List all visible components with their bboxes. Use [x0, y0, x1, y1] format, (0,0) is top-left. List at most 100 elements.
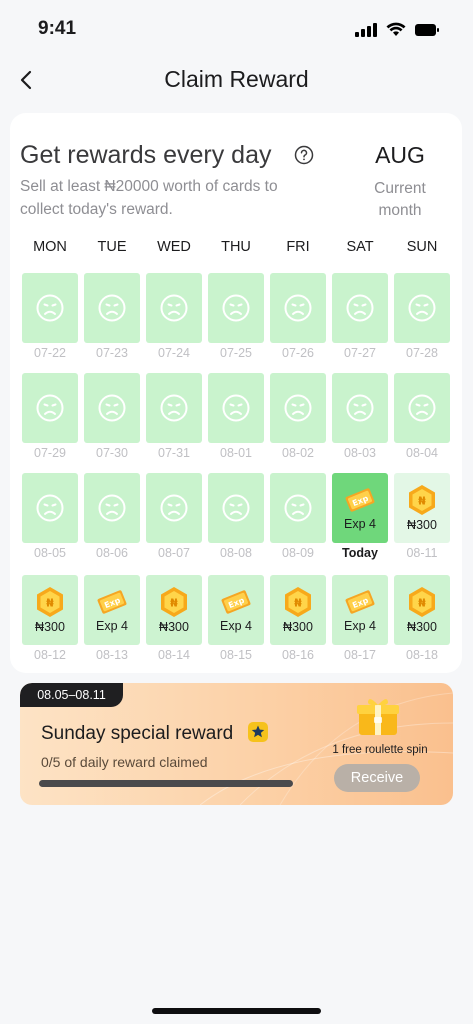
calendar-day[interactable]: ₦ ₦300 08-12: [22, 575, 78, 665]
reward-label: ₦300: [407, 620, 437, 634]
calendar-day[interactable]: Exp Exp 4 08-17: [332, 575, 388, 665]
sad-face-icon: [221, 393, 251, 423]
calendar-day[interactable]: ₦ ₦300 08-18: [394, 575, 450, 665]
calendar-day[interactable]: 08-07: [146, 473, 202, 563]
reward-label: Exp 4: [96, 619, 128, 633]
prize-label: 1 free roulette spin: [332, 744, 428, 756]
sad-face-icon: [345, 293, 375, 323]
sunday-reward-banner: 08.05–08.11 Sunday special reward 0/5 of…: [20, 683, 453, 805]
day-tile: [270, 373, 326, 443]
day-date: 08-09: [282, 546, 314, 560]
naira-coin-icon: ₦: [283, 586, 313, 618]
calendar-day[interactable]: 08-01: [208, 373, 264, 463]
calendar-day[interactable]: 07-26: [270, 273, 326, 363]
reward-label: ₦300: [159, 620, 189, 634]
reward-label: ₦300: [407, 518, 437, 532]
day-tile: [146, 473, 202, 543]
day-date: 08-12: [34, 648, 66, 662]
calendar-day[interactable]: ₦ ₦300 08-16: [270, 575, 326, 665]
day-tile: Exp Exp 4: [84, 575, 140, 645]
day-tile: [394, 373, 450, 443]
calendar-day[interactable]: 08-08: [208, 473, 264, 563]
claim-progress-bar: [39, 780, 293, 787]
calendar-day[interactable]: Exp Exp 4 Today: [332, 473, 388, 563]
calendar-day[interactable]: ₦ ₦300 08-14: [146, 575, 202, 665]
calendar-day[interactable]: Exp Exp 4 08-15: [208, 575, 264, 665]
calendar-day[interactable]: 07-27: [332, 273, 388, 363]
calendar-day[interactable]: 08-09: [270, 473, 326, 563]
sad-face-icon: [283, 293, 313, 323]
signal-icon: [355, 22, 377, 37]
calendar-day[interactable]: 07-24: [146, 273, 202, 363]
day-tile: [84, 373, 140, 443]
calendar-day[interactable]: 07-30: [84, 373, 140, 463]
day-tile: [22, 473, 78, 543]
calendar-day[interactable]: 07-31: [146, 373, 202, 463]
day-date: 08-01: [220, 446, 252, 460]
reward-label: Exp 4: [344, 619, 376, 633]
day-tile: ₦ ₦300: [394, 473, 450, 543]
day-tile: [84, 473, 140, 543]
day-date: 08-07: [158, 546, 190, 560]
svg-text:₦: ₦: [46, 597, 54, 610]
svg-text:₦: ₦: [294, 597, 302, 610]
calendar-day[interactable]: 08-03: [332, 373, 388, 463]
status-bar: 9:41: [0, 0, 473, 60]
calendar-day[interactable]: 07-25: [208, 273, 264, 363]
day-tile: ₦ ₦300: [270, 575, 326, 645]
day-date: 07-27: [344, 346, 376, 360]
day-date: 07-26: [282, 346, 314, 360]
reward-label: Exp 4: [344, 517, 376, 531]
day-date: 07-31: [158, 446, 190, 460]
day-date: 08-16: [282, 648, 314, 662]
status-time: 9:41: [38, 18, 77, 39]
calendar-day[interactable]: 08-02: [270, 373, 326, 463]
day-tile: Exp Exp 4: [332, 473, 388, 543]
reward-period-badge: 08.05–08.11: [20, 683, 123, 707]
calendar-day[interactable]: 08-05: [22, 473, 78, 563]
day-date: 07-29: [34, 446, 66, 460]
day-tile: Exp Exp 4: [208, 575, 264, 645]
sad-face-icon: [35, 493, 65, 523]
day-tile: [332, 273, 388, 343]
day-date: 08-03: [344, 446, 376, 460]
calendar-day[interactable]: 08-06: [84, 473, 140, 563]
day-tile: [208, 373, 264, 443]
day-tile: [394, 273, 450, 343]
calendar-day[interactable]: 07-28: [394, 273, 450, 363]
day-date: 07-25: [220, 346, 252, 360]
sad-face-icon: [97, 393, 127, 423]
day-date: 07-30: [96, 446, 128, 460]
receive-button[interactable]: Receive: [334, 764, 420, 792]
star-badge-icon: [248, 722, 268, 742]
sad-face-icon: [407, 393, 437, 423]
sad-face-icon: [159, 293, 189, 323]
calendar-day[interactable]: ₦ ₦300 08-11: [394, 473, 450, 563]
day-tile: [270, 273, 326, 343]
day-tile: ₦ ₦300: [22, 575, 78, 645]
naira-coin-icon: ₦: [35, 586, 65, 618]
day-date: 08-18: [406, 648, 438, 662]
day-tile: [208, 473, 264, 543]
day-date: 08-05: [34, 546, 66, 560]
day-date: 08-14: [158, 648, 190, 662]
calendar-day[interactable]: 08-04: [394, 373, 450, 463]
day-date: 07-23: [96, 346, 128, 360]
sad-face-icon: [345, 393, 375, 423]
calendar-day[interactable]: 07-23: [84, 273, 140, 363]
calendar-day[interactable]: Exp Exp 4 08-13: [84, 575, 140, 665]
day-tile: [332, 373, 388, 443]
naira-coin-icon: ₦: [407, 484, 437, 516]
svg-text:₦: ₦: [418, 597, 426, 610]
sad-face-icon: [35, 293, 65, 323]
sad-face-icon: [159, 493, 189, 523]
claim-progress-text: 0/5 of daily reward claimed: [41, 754, 208, 770]
sad-face-icon: [221, 493, 251, 523]
special-reward-title: Sunday special reward: [41, 723, 234, 744]
day-date: 07-28: [406, 346, 438, 360]
calendar-day[interactable]: 07-29: [22, 373, 78, 463]
calendar-day[interactable]: 07-22: [22, 273, 78, 363]
day-date: 08-17: [344, 648, 376, 662]
day-date: 07-22: [34, 346, 66, 360]
sad-face-icon: [283, 493, 313, 523]
